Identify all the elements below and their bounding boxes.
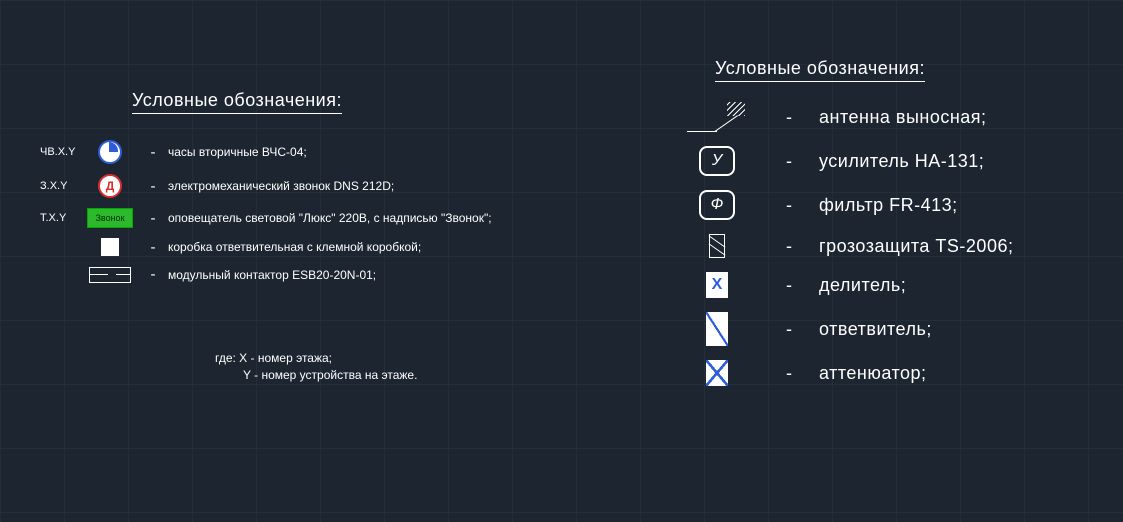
dash-icon: - xyxy=(138,239,168,256)
surge-protection-icon xyxy=(675,234,759,258)
legend-desc: фильтр FR-413; xyxy=(819,195,958,216)
legend-right-column: - антенна выносная; У - усилитель HA-131… xyxy=(675,88,1105,400)
legend-desc: модульный контактор ESB20-20N-01; xyxy=(168,268,376,282)
legend-desc: усилитель HA-131; xyxy=(819,151,984,172)
legend-desc: часы вторичные ВЧС-04; xyxy=(168,145,307,159)
legend-row: - антенна выносная; xyxy=(675,102,1105,132)
attenuator-icon xyxy=(675,360,759,386)
dash-icon: - xyxy=(759,151,819,172)
amplifier-icon: У xyxy=(675,146,759,176)
legend-row: У - усилитель HA-131; xyxy=(675,146,1105,176)
dash-icon: - xyxy=(138,144,168,161)
legend-left-column: ЧВ.X.Y - часы вторичные ВЧС-04; З.X.Y Д … xyxy=(40,130,600,293)
legend-row: - ответвитель; xyxy=(675,312,1105,346)
contactor-icon xyxy=(82,267,138,283)
dash-icon: - xyxy=(759,363,819,384)
legend-desc: оповещатель световой "Люкс" 220В, с надп… xyxy=(168,211,492,225)
legend-desc: антенна выносная; xyxy=(819,107,987,128)
divider-icon: X xyxy=(675,272,759,298)
bell-icon: Д xyxy=(82,174,138,198)
legend-desc: грозозащита TS-2006; xyxy=(819,236,1013,257)
light-annunciator-icon: Звонок xyxy=(82,208,138,228)
junction-box-icon xyxy=(82,238,138,256)
antenna-icon xyxy=(675,102,759,132)
note-line: Y - номер устройства на этаже. xyxy=(215,367,417,384)
legend-tag: Т.X.Y xyxy=(40,212,82,224)
legend-header-right: Условные обозначения: xyxy=(715,58,925,82)
legend-desc: коробка ответвительная с клемной коробко… xyxy=(168,240,421,254)
legend-row: - аттенюатор; xyxy=(675,360,1105,386)
dash-icon: - xyxy=(759,319,819,340)
legend-desc: аттенюатор; xyxy=(819,363,927,384)
legend-row: ЧВ.X.Y - часы вторичные ВЧС-04; xyxy=(40,140,600,164)
dash-icon: - xyxy=(138,266,168,283)
legend-desc: делитель; xyxy=(819,275,906,296)
legend-desc: электромеханический звонок DNS 212D; xyxy=(168,179,394,193)
dash-icon: - xyxy=(759,275,819,296)
legend-row: - грозозащита TS-2006; xyxy=(675,234,1105,258)
legend-row: X - делитель; xyxy=(675,272,1105,298)
dash-icon: - xyxy=(759,236,819,257)
note-line: где: X - номер этажа; xyxy=(215,350,417,367)
filter-icon: Ф xyxy=(675,190,759,220)
legend-tag: З.X.Y xyxy=(40,180,82,192)
legend-row: Т.X.Y Звонок - оповещатель световой "Люк… xyxy=(40,208,600,228)
legend-tag: ЧВ.X.Y xyxy=(40,146,82,158)
legend-row: Ф - фильтр FR-413; xyxy=(675,190,1105,220)
dash-icon: - xyxy=(759,195,819,216)
splitter-icon xyxy=(675,312,759,346)
dash-icon: - xyxy=(759,107,819,128)
legend-desc: ответвитель; xyxy=(819,319,932,340)
dash-icon: - xyxy=(138,178,168,195)
legend-row: - коробка ответвительная с клемной короб… xyxy=(40,238,600,256)
legend-row: - модульный контактор ESB20-20N-01; xyxy=(40,266,600,283)
legend-header-left: Условные обозначения: xyxy=(132,90,342,114)
legend-note: где: X - номер этажа; Y - номер устройст… xyxy=(215,350,417,384)
legend-row: З.X.Y Д - электромеханический звонок DNS… xyxy=(40,174,600,198)
clock-icon xyxy=(82,140,138,164)
dash-icon: - xyxy=(138,210,168,227)
